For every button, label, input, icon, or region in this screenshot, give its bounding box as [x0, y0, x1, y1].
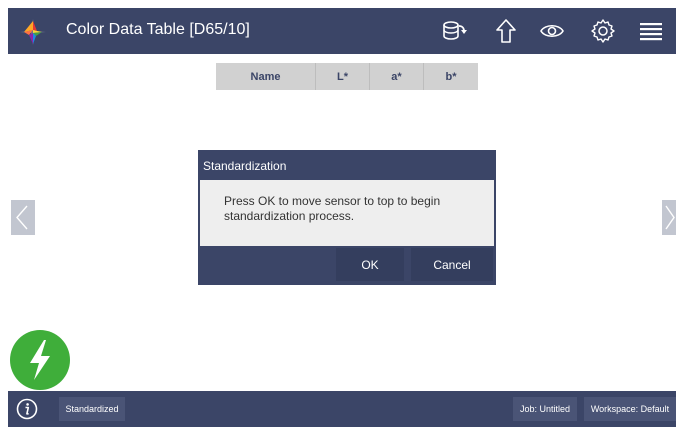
- color-table-header: Name L* a* b*: [216, 63, 478, 90]
- standardized-status-badge[interactable]: Standardized: [59, 397, 125, 421]
- ok-button[interactable]: OK: [336, 248, 404, 281]
- app-title: Color Data Table [D65/10]: [66, 21, 250, 38]
- app-screen: Color Data Table [D65/10] Name L* a* b* …: [8, 8, 676, 427]
- top-bar: Color Data Table [D65/10]: [8, 8, 676, 54]
- color-spectrum-logo-icon[interactable]: [18, 17, 48, 47]
- workspace-button[interactable]: Workspace: Default: [584, 397, 676, 421]
- upload-arrow-icon[interactable]: [493, 18, 519, 44]
- cancel-button[interactable]: Cancel: [411, 248, 493, 281]
- standardization-dialog: Standardization Press OK to move sensor …: [198, 150, 496, 285]
- previous-page-button[interactable]: [11, 200, 35, 235]
- eye-icon[interactable]: [539, 18, 565, 44]
- menu-icon[interactable]: [638, 18, 664, 44]
- bottom-status-bar: Standardized Job: Untitled Workspace: De…: [8, 391, 676, 427]
- info-icon[interactable]: [16, 398, 38, 420]
- column-header-l[interactable]: L*: [316, 63, 370, 90]
- column-header-name[interactable]: Name: [216, 63, 316, 90]
- column-header-a[interactable]: a*: [370, 63, 424, 90]
- job-name-button[interactable]: Job: Untitled: [513, 397, 577, 421]
- dialog-message-line-1: Press OK to move sensor to top to begin: [224, 194, 441, 208]
- column-header-b[interactable]: b*: [424, 63, 478, 90]
- lightning-bolt-icon: [30, 340, 50, 380]
- gear-icon[interactable]: [590, 18, 616, 44]
- dialog-title: Standardization: [203, 159, 287, 173]
- database-sync-icon[interactable]: [441, 18, 467, 44]
- dialog-message: Press OK to move sensor to top to begin …: [224, 194, 474, 224]
- next-page-button[interactable]: [662, 200, 676, 235]
- measure-button[interactable]: [10, 330, 70, 390]
- dialog-body: Press OK to move sensor to top to begin …: [200, 180, 494, 246]
- dialog-message-line-2: standardization process.: [224, 209, 355, 223]
- chevron-right-icon: [665, 205, 675, 230]
- chevron-left-icon: [16, 205, 28, 230]
